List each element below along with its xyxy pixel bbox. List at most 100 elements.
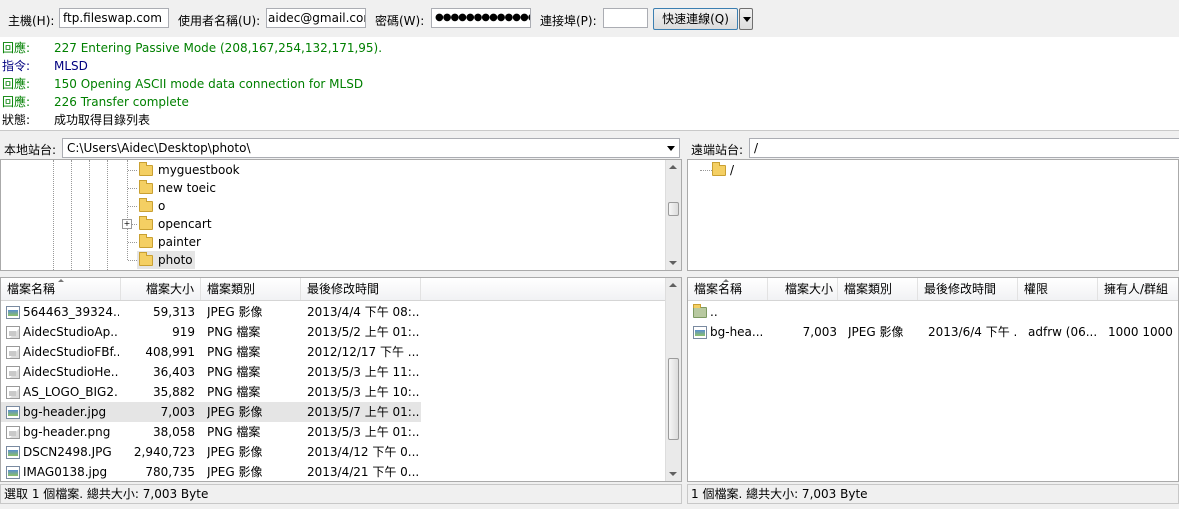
image-file-icon [6, 406, 20, 419]
file-type: JPEG 影像 [207, 465, 263, 479]
scroll-thumb[interactable] [668, 202, 679, 216]
folder-icon [139, 198, 153, 212]
tree-connector [128, 170, 137, 171]
file-name: AidecStudioFBf... [23, 345, 119, 359]
scroll-up-icon[interactable] [669, 283, 677, 287]
column-filename[interactable]: 檔案名稱 [688, 278, 768, 300]
file-size: 7,003 [802, 325, 837, 339]
tree-item-label: / [730, 163, 735, 177]
png-file-icon [6, 346, 20, 359]
tree-item-root[interactable]: / [730, 161, 734, 179]
file-row[interactable]: DSCN2498.JPG 2,940,723 JPEG 影像 2013/4/12 下午… [1, 442, 421, 462]
file-type: PNG 檔案 [207, 345, 261, 359]
column-filesize[interactable]: 檔案大小 [768, 278, 838, 300]
file-size: 36,403 [153, 365, 195, 379]
file-row[interactable]: AidecStudioAp... 919 PNG 檔案 2013/5/2 上午 01:… [1, 322, 421, 342]
remote-list-header: 檔案名稱 檔案大小 檔案類別 最後修改時間 權限 擁有人/群組 [688, 278, 1178, 301]
file-row[interactable]: AidecStudioFBf... 408,991 PNG 檔案 2012/12/17… [1, 342, 421, 362]
file-row[interactable]: 564463_39324... 59,313 JPEG 影像 2013/4/4 下午 … [1, 302, 421, 322]
column-filesize[interactable]: 檔案大小 [121, 278, 201, 300]
file-name: AidecStudioHe... [23, 365, 119, 379]
username-label: 使用者名稱(U): [178, 14, 261, 28]
message-log: 回應: 227 Entering Passive Mode (208,167,25… [0, 37, 1179, 131]
log-text: 226 Transfer complete [54, 95, 189, 109]
local-file-list: 檔案名稱 檔案大小 檔案類別 最後修改時間 564463_39324... 59,… [0, 277, 682, 482]
file-row[interactable]: bg-hea... 7,003 JPEG 影像 2013/6/4 下午 ... adfr… [688, 322, 1178, 342]
file-row[interactable]: AS_LOGO_BIG2... 35,882 PNG 檔案 2013/5/3 上午 1… [1, 382, 421, 402]
file-modified: 2013/4/12 下午 0... [307, 445, 419, 459]
port-label: 連接埠(P): [540, 14, 597, 28]
remote-site-label: 遠端站台: [691, 143, 744, 157]
scroll-thumb[interactable] [668, 358, 679, 440]
image-file-icon [6, 466, 20, 479]
file-modified: 2013/5/3 上午 11:... [307, 365, 419, 379]
column-owner-group[interactable]: 擁有人/群組 [1098, 278, 1178, 300]
username-input[interactable]: aidec@gmail.com [266, 8, 366, 28]
tree-connector [700, 170, 712, 171]
file-type: PNG 檔案 [207, 425, 261, 439]
png-file-icon [6, 326, 20, 339]
image-file-icon [6, 446, 20, 459]
log-type: 回應: [2, 95, 31, 109]
file-modified: 2013/4/4 下午 08:... [307, 305, 419, 319]
file-row[interactable]: IMAG0138.jpg 780,735 JPEG 影像 2013/4/21 下午 0… [1, 462, 421, 481]
port-input[interactable] [603, 8, 648, 28]
local-path-value: C:\Users\Aidec\Desktop\photo\ [67, 141, 251, 155]
expand-icon[interactable]: + [122, 219, 132, 229]
file-row[interactable]: bg-header.jpg 7,003 JPEG 影像 2013/5/7 上午 01:… [1, 402, 421, 422]
folder-icon [139, 180, 153, 194]
local-list-header: 檔案名稱 檔案大小 檔案類別 最後修改時間 [1, 278, 665, 301]
file-perm: adfrw (06... [1028, 325, 1098, 339]
sort-ascending-icon [723, 279, 729, 282]
scroll-down-icon[interactable] [669, 261, 677, 265]
png-file-icon [6, 386, 20, 399]
folder-icon [139, 234, 153, 248]
password-input[interactable]: ●●●●●●●●●●●●● [431, 8, 531, 28]
file-type: JPEG 影像 [207, 405, 263, 419]
scroll-up-icon[interactable] [669, 165, 677, 169]
log-type: 回應: [2, 41, 31, 55]
column-permissions[interactable]: 權限 [1018, 278, 1098, 300]
tree-connector [128, 206, 137, 207]
image-file-icon [693, 326, 707, 339]
file-size: 38,058 [153, 425, 195, 439]
parent-folder-icon [693, 304, 707, 318]
log-text: 成功取得目錄列表 [54, 113, 151, 127]
file-size: 780,735 [145, 465, 195, 479]
quickconnect-button[interactable]: 快速連線(Q) [653, 8, 738, 30]
remote-status-bar: 1 個檔案. 總共大小: 7,003 Byte [687, 484, 1179, 504]
image-file-icon [6, 306, 20, 319]
local-path-combobox[interactable]: C:\Users\Aidec\Desktop\photo\ [62, 138, 680, 158]
column-filetype[interactable]: 檔案類別 [838, 278, 918, 300]
folder-icon [139, 162, 153, 176]
file-type: PNG 檔案 [207, 385, 261, 399]
remote-directory-tree: / [687, 159, 1179, 271]
remote-path-input[interactable]: / [749, 138, 1179, 158]
file-modified: 2013/5/7 上午 01:... [307, 405, 419, 419]
file-modified: 2013/5/3 上午 01:... [307, 425, 419, 439]
column-modified[interactable]: 最後修改時間 [918, 278, 1018, 300]
local-status-bar: 選取 1 個檔案. 總共大小: 7,003 Byte [0, 484, 682, 504]
png-file-icon [6, 426, 20, 439]
file-modified: 2012/12/17 下午 ... [307, 345, 419, 359]
log-text: 227 Entering Passive Mode (208,167,254,1… [54, 41, 383, 55]
column-filetype[interactable]: 檔案類別 [201, 278, 301, 300]
scroll-down-icon[interactable] [669, 472, 677, 476]
local-site-label: 本地站台: [4, 143, 57, 157]
file-size: 2,940,723 [133, 445, 195, 459]
local-tree-scrollbar[interactable] [665, 160, 681, 270]
host-input[interactable]: ftp.fileswap.com [59, 8, 169, 28]
file-row[interactable]: AidecStudioHe... 36,403 PNG 檔案 2013/5/3 上午 … [1, 362, 421, 382]
parent-directory-row[interactable]: .. [688, 302, 1178, 322]
column-modified[interactable]: 最後修改時間 [301, 278, 421, 300]
file-modified: 2013/6/4 下午 ... [928, 325, 1016, 339]
file-row[interactable]: bg-header.png 38,058 PNG 檔案 2013/5/3 上午 01:… [1, 422, 421, 442]
folder-icon [712, 162, 726, 176]
png-file-icon [6, 366, 20, 379]
chevron-down-icon[interactable] [667, 146, 675, 151]
column-filename[interactable]: 檔案名稱 [1, 278, 121, 300]
local-list-scrollbar[interactable] [665, 278, 681, 481]
log-text: 150 Opening ASCII mode data connection f… [54, 77, 364, 91]
file-type: PNG 檔案 [207, 325, 261, 339]
quickconnect-history-dropdown[interactable] [739, 8, 753, 30]
